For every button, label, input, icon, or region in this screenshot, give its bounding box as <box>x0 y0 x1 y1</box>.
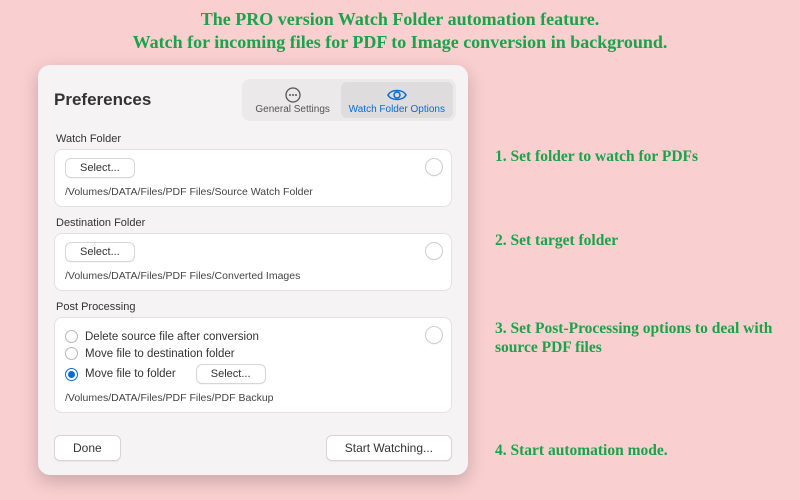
watch-folder-label: Watch Folder <box>54 133 452 145</box>
radio-delete-source-label: Delete source file after conversion <box>85 331 259 343</box>
post-processing-section: Post Processing Delete source file after… <box>54 301 452 413</box>
window-footer: Done Start Watching... <box>54 435 452 461</box>
annotation-step-1: 1. Set folder to watch for PDFs <box>495 148 785 167</box>
tab-watch-folder-options[interactable]: Watch Folder Options <box>341 82 453 118</box>
radio-button-icon <box>65 330 78 343</box>
radio-move-to-folder[interactable]: Move file to folder Select... <box>65 364 441 384</box>
tab-bar: General Settings Watch Folder Options <box>242 79 456 121</box>
ellipsis-circle-icon <box>284 86 302 104</box>
annotation-step-3: 3. Set Post-Processing options to deal w… <box>495 320 785 357</box>
watch-folder-body: Select... /Volumes/DATA/Files/PDF Files/… <box>54 149 452 207</box>
destination-folder-section: Destination Folder Select... /Volumes/DA… <box>54 217 452 291</box>
watch-folder-section: Watch Folder Select... /Volumes/DATA/Fil… <box>54 133 452 207</box>
help-icon[interactable] <box>425 326 443 344</box>
post-processing-label: Post Processing <box>54 301 452 313</box>
destination-folder-label: Destination Folder <box>54 217 452 229</box>
tab-watch-label: Watch Folder Options <box>349 104 445 115</box>
window-title: Preferences <box>54 90 151 110</box>
tab-general-settings[interactable]: General Settings <box>245 82 341 118</box>
headline-line2: Watch for incoming files for PDF to Imag… <box>0 31 800 54</box>
tab-general-label: General Settings <box>255 104 330 115</box>
help-icon[interactable] <box>425 158 443 176</box>
radio-move-dest-label: Move file to destination folder <box>85 348 235 360</box>
radio-button-selected-icon <box>65 368 78 381</box>
done-button[interactable]: Done <box>54 435 121 461</box>
post-folder-select-button[interactable]: Select... <box>196 364 266 384</box>
headline-line1: The PRO version Watch Folder automation … <box>201 9 599 29</box>
preferences-window: Preferences General Settings Watch Folde… <box>38 65 468 475</box>
radio-move-folder-label: Move file to folder <box>85 368 176 380</box>
window-header: Preferences General Settings Watch Folde… <box>54 79 452 121</box>
radio-delete-source[interactable]: Delete source file after conversion <box>65 330 441 343</box>
post-processing-body: Delete source file after conversion Move… <box>54 317 452 413</box>
promo-headline: The PRO version Watch Folder automation … <box>0 0 800 53</box>
destination-folder-select-button[interactable]: Select... <box>65 242 135 262</box>
destination-folder-path: /Volumes/DATA/Files/PDF Files/Converted … <box>65 270 441 282</box>
annotation-step-2: 2. Set target folder <box>495 232 785 251</box>
destination-folder-body: Select... /Volumes/DATA/Files/PDF Files/… <box>54 233 452 291</box>
watch-folder-path: /Volumes/DATA/Files/PDF Files/Source Wat… <box>65 186 441 198</box>
eye-icon <box>386 86 408 104</box>
help-icon[interactable] <box>425 242 443 260</box>
watch-folder-select-button[interactable]: Select... <box>65 158 135 178</box>
post-folder-path: /Volumes/DATA/Files/PDF Files/PDF Backup <box>65 392 441 404</box>
start-watching-button[interactable]: Start Watching... <box>326 435 452 461</box>
radio-move-to-destination[interactable]: Move file to destination folder <box>65 347 441 360</box>
radio-button-icon <box>65 347 78 360</box>
annotation-step-4: 4. Start automation mode. <box>495 442 785 461</box>
